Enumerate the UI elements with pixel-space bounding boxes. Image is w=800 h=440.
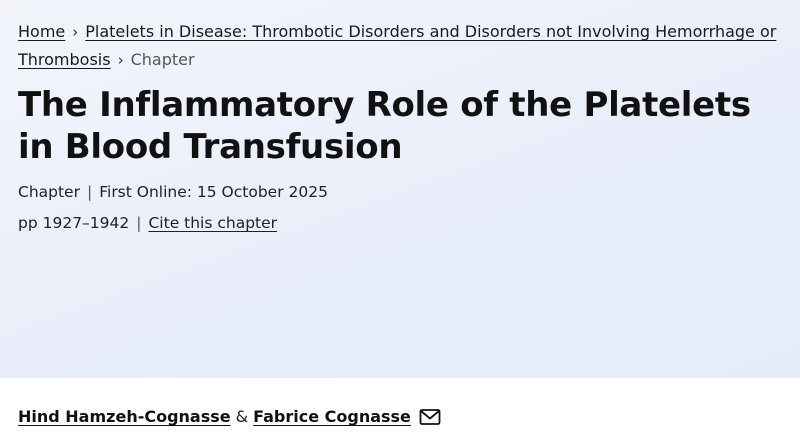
page-range-row: pp 1927–1942 | Cite this chapter	[18, 212, 277, 234]
publication-date: First Online: 15 October 2025	[99, 183, 328, 201]
breadcrumb-home-link[interactable]: Home	[18, 22, 65, 41]
cite-chapter-link[interactable]: Cite this chapter	[148, 214, 277, 232]
meta-divider: |	[136, 214, 142, 232]
content-type: Chapter	[18, 183, 80, 201]
page-title: The Inflammatory Role of the Platelets i…	[18, 85, 751, 167]
article-header: Home › Platelets in Disease: Thrombotic Di…	[0, 0, 800, 378]
breadcrumb: Home › Platelets in Disease: Thrombotic Di…	[18, 18, 778, 74]
envelope-icon[interactable]	[419, 408, 441, 426]
chevron-right-icon: ›	[117, 51, 124, 69]
author-list: Hind Hamzeh-Cognasse & Fabrice Cognasse	[18, 405, 441, 429]
author-separator: &	[235, 407, 249, 426]
meta-divider: |	[86, 183, 93, 201]
chapter-meta: Chapter | First Online: 15 October 2025	[18, 181, 328, 203]
chevron-right-icon: ›	[72, 23, 79, 41]
author-link[interactable]: Fabrice Cognasse	[253, 405, 411, 429]
page-range: pp 1927–1942	[18, 214, 130, 232]
breadcrumb-current: Chapter	[130, 50, 195, 69]
author-link[interactable]: Hind Hamzeh-Cognasse	[18, 405, 231, 429]
